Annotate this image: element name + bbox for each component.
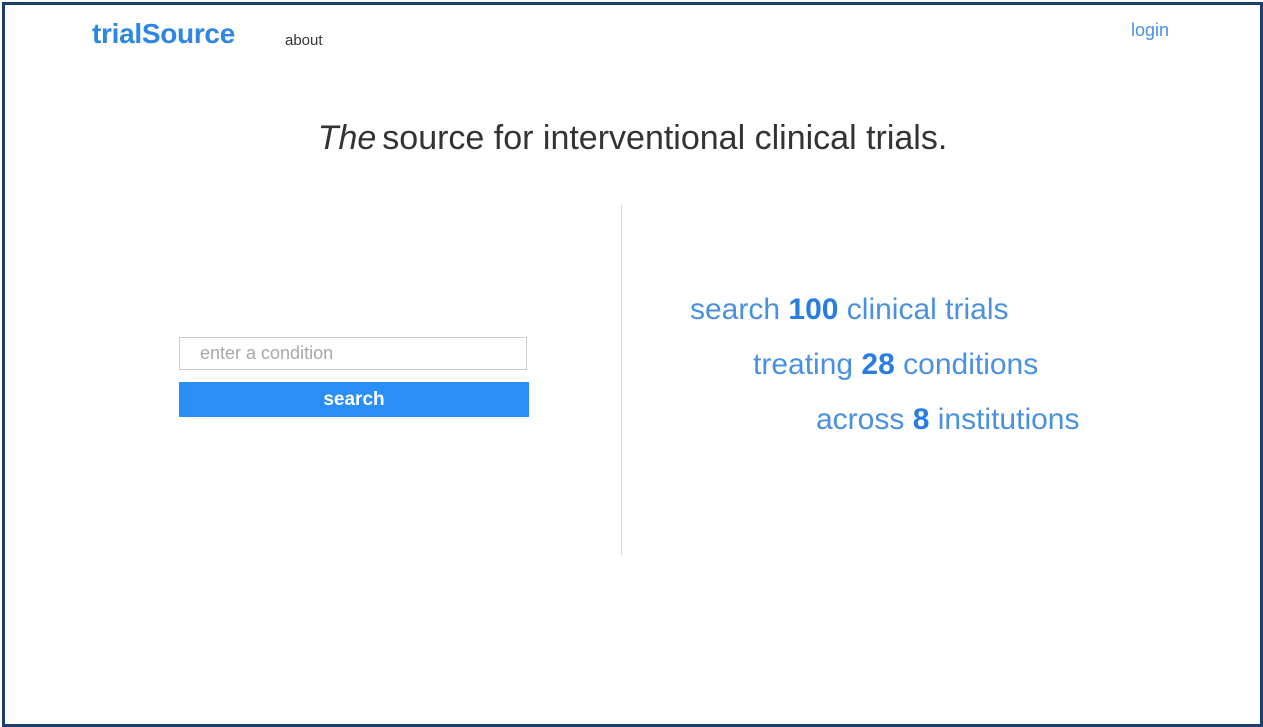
- stat-institutions-prefix: across: [816, 403, 905, 436]
- nav-about-link[interactable]: about: [285, 32, 323, 49]
- stat-trials-prefix: search: [690, 293, 781, 326]
- stat-trials-suffix: clinical trials: [846, 293, 1009, 326]
- nav-login-link[interactable]: login: [1131, 20, 1169, 41]
- page-tagline: The source for interventional clinical tr…: [5, 119, 1260, 158]
- stat-conditions: treating 28 conditions: [753, 348, 1038, 382]
- tagline-emphasis: The: [317, 119, 377, 157]
- stat-conditions-count: 28: [861, 348, 895, 381]
- page-frame: trialSource about login The source for in…: [2, 2, 1263, 727]
- stat-institutions-suffix: institutions: [937, 403, 1080, 436]
- stat-conditions-prefix: treating: [753, 348, 854, 381]
- stat-institutions-count: 8: [912, 403, 930, 436]
- brand-logo[interactable]: trialSource: [92, 18, 235, 50]
- stat-trials-count: 100: [788, 293, 839, 326]
- tagline-text: source for interventional clinical trial…: [382, 119, 948, 157]
- vertical-divider: [621, 205, 622, 555]
- stat-conditions-suffix: conditions: [903, 348, 1039, 381]
- stat-trials: search 100 clinical trials: [690, 293, 1009, 327]
- condition-search-input[interactable]: [179, 337, 527, 370]
- stat-institutions: across 8 institutions: [816, 403, 1079, 437]
- search-button[interactable]: search: [179, 382, 529, 417]
